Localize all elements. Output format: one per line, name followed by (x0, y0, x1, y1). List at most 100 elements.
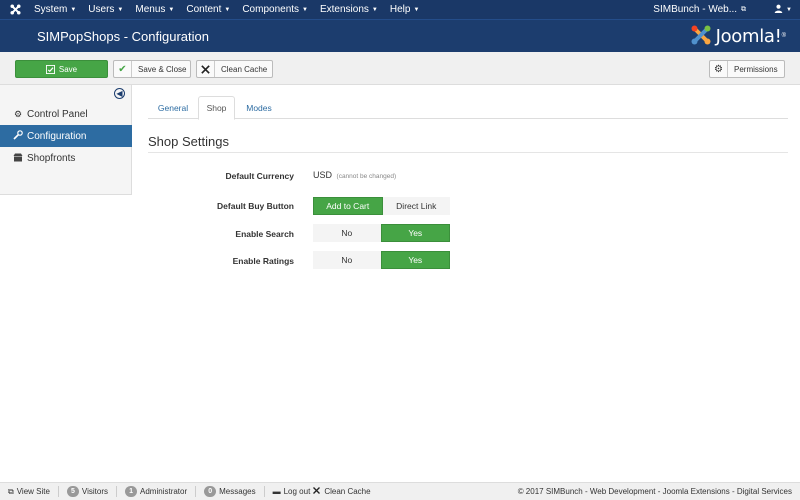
enable-ratings-toggle: No Yes (313, 251, 450, 269)
menu-label: Help (389, 4, 411, 15)
joomla-logo-icon (690, 24, 712, 48)
header-bar: SIMPopShops - Configuration Joomla! ® (0, 19, 800, 52)
joomla-wordmark: Joomla! (715, 25, 782, 47)
external-link-icon: ⧉ (741, 5, 747, 13)
buy-button-toggle: Add to Cart Direct Link (313, 197, 450, 215)
menu-label: System (34, 4, 68, 15)
permissions-button[interactable]: ⚙ Permissions (709, 60, 785, 78)
menu-label: Menus (135, 4, 166, 15)
save-button[interactable]: Save (15, 60, 108, 78)
currency-value: USD (cannot be changed) (313, 170, 396, 180)
section-title: Shop Settings (148, 134, 229, 149)
logout-link[interactable]: ▬ Log out (273, 487, 311, 496)
menu-components[interactable]: Components ▼ (242, 4, 308, 15)
caret-down-icon: ▼ (413, 6, 420, 13)
ratings-no-option[interactable]: No (313, 251, 381, 269)
sidebar-item-configuration[interactable]: Configuration (0, 125, 132, 147)
administrator-status[interactable]: 1 Administrator (125, 486, 187, 497)
copyright-text: © 2017 SIMBunch - Web Development - Joom… (517, 487, 792, 496)
currency-code: USD (313, 170, 333, 180)
save-label: Save (58, 64, 78, 74)
add-to-cart-option[interactable]: Add to Cart (313, 197, 383, 215)
view-site-label: View Site (16, 487, 50, 496)
enable-search-toggle: No Yes (313, 224, 450, 242)
buy-button-label: Default Buy Button (217, 201, 294, 211)
save-close-button[interactable]: ✔ Save & Close (113, 60, 191, 78)
view-site-link[interactable]: ⧉ View Site (8, 487, 50, 497)
menu-system[interactable]: System ▼ (34, 4, 76, 15)
sidebar-item-label: Configuration (27, 130, 87, 142)
menu-users[interactable]: Users ▼ (88, 4, 123, 15)
caret-down-icon: ▼ (302, 6, 308, 13)
sidebar-item-label: Control Panel (27, 108, 88, 120)
visitors-count-badge: 5 (66, 486, 79, 497)
visitors-status[interactable]: 5 Visitors (66, 486, 109, 497)
enable-ratings-label: Enable Ratings (232, 256, 294, 266)
checkmark-icon: ✔ (114, 61, 132, 77)
minus-icon: ▬ (272, 487, 281, 496)
status-divider (116, 486, 118, 497)
menu-label: Users (88, 4, 115, 15)
menu-label: Components (242, 4, 300, 15)
cogs-icon: ⚙ (13, 108, 23, 119)
joomla-logo-icon[interactable] (8, 3, 22, 17)
search-yes-option[interactable]: Yes (380, 224, 450, 242)
direct-link-option[interactable]: Direct Link (382, 197, 450, 215)
caret-down-icon: ▼ (168, 6, 175, 13)
tab-general[interactable]: General (148, 96, 198, 120)
status-divider (57, 486, 59, 497)
config-tabs: General Shop Modes (148, 96, 788, 120)
status-clean-cache-label: Clean Cache (324, 487, 371, 496)
visitors-label: Visitors (81, 487, 109, 496)
user-menu[interactable]: ▼ (774, 4, 792, 16)
site-link-label: SIMBunch - Web... (653, 4, 738, 15)
caret-down-icon: ▼ (70, 6, 77, 13)
collapse-sidebar-icon[interactable]: ◀ (114, 88, 125, 99)
messages-count-badge: 0 (204, 486, 217, 497)
search-no-option[interactable]: No (313, 224, 381, 242)
top-navbar: System ▼ Users ▼ Menus ▼ Content ▼ Component… (0, 0, 800, 19)
section-divider (148, 152, 788, 153)
status-divider (263, 486, 265, 497)
caret-down-icon: ▼ (786, 6, 792, 13)
ratings-yes-option[interactable]: Yes (380, 251, 450, 269)
sidebar-item-label: Shopfronts (27, 152, 76, 164)
caret-down-icon: ▼ (117, 6, 124, 13)
menu-content[interactable]: Content ▼ (186, 4, 230, 15)
wrench-icon (12, 130, 24, 142)
shop-icon (12, 153, 24, 164)
page-title: SIMPopShops - Configuration (37, 28, 209, 44)
caret-down-icon: ▼ (371, 6, 378, 13)
external-link-icon: ⧉ (8, 486, 14, 496)
messages-status[interactable]: 0 Messages (204, 486, 256, 497)
clean-cache-button[interactable]: Clean Cache (196, 60, 273, 78)
gear-icon: ⚙ (710, 61, 728, 77)
tab-shop[interactable]: Shop (198, 96, 235, 120)
sidebar-item-control-panel[interactable]: ⚙ Control Panel (0, 103, 132, 125)
clean-cache-icon (197, 61, 215, 77)
save-close-label: Save & Close (138, 64, 187, 74)
currency-label: Default Currency (225, 171, 295, 181)
site-link[interactable]: SIMBunch - Web... ⧉ (653, 4, 746, 15)
joomla-brand: Joomla! ® (690, 24, 786, 48)
sidebar-item-shopfronts[interactable]: Shopfronts (0, 147, 132, 169)
menu-label: Extensions (319, 4, 369, 15)
user-icon (774, 4, 783, 16)
permissions-label: Permissions (734, 64, 778, 74)
toolbar: Save ✔ Save & Close Clean Cache ⚙ Permis… (0, 52, 800, 85)
admin-count-badge: 1 (125, 486, 138, 497)
save-icon (45, 61, 55, 77)
status-clean-cache-link[interactable]: Clean Cache (312, 486, 371, 497)
status-divider (195, 486, 197, 497)
status-bar: ⧉ View Site 5 Visitors 1 Administrator 0… (0, 482, 800, 500)
clean-cache-icon (312, 486, 321, 497)
registered-mark: ® (781, 33, 786, 39)
clean-cache-label: Clean Cache (221, 64, 268, 74)
messages-label: Messages (219, 487, 256, 496)
menu-menus[interactable]: Menus ▼ (135, 4, 174, 15)
menu-extensions[interactable]: Extensions ▼ (320, 4, 378, 15)
currency-note: (cannot be changed) (336, 173, 397, 180)
tab-modes[interactable]: Modes (238, 96, 280, 120)
menu-help[interactable]: Help ▼ (390, 4, 420, 15)
admin-label: Administrator (140, 487, 188, 496)
